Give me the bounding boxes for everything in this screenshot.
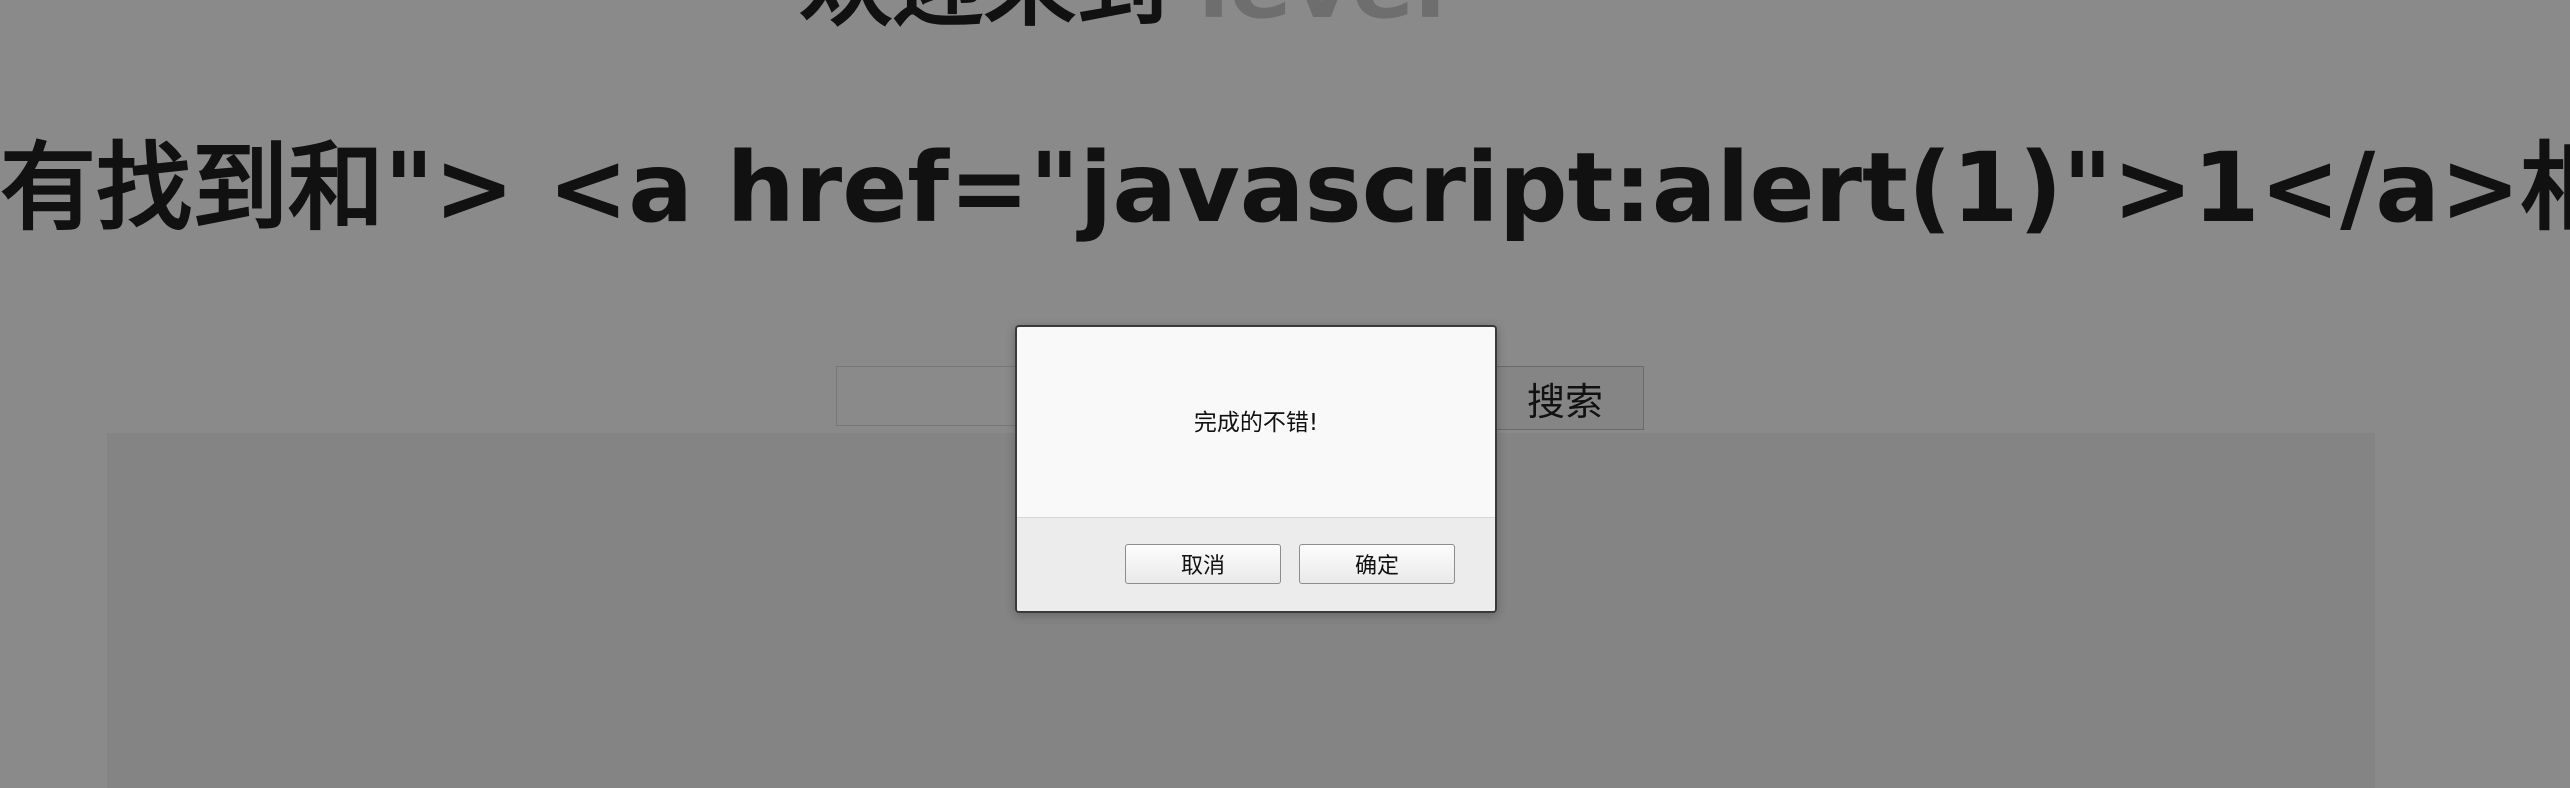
alert-dialog: 完成的不错! 取消 确定 <box>1015 325 1497 613</box>
page-title-text: 欢迎来到 <box>800 0 1168 39</box>
page: 欢迎来到level 有找到和"> <a href="javascript:ale… <box>0 0 2570 788</box>
search-result-heading: 有找到和"> <a href="javascript:alert(1)">1</… <box>0 132 2570 244</box>
alert-message: 完成的不错! <box>1193 410 1319 436</box>
alert-footer: 取消 确定 <box>1017 517 1495 611</box>
cancel-button[interactable]: 取消 <box>1125 544 1281 584</box>
page-title: 欢迎来到level <box>800 0 1446 32</box>
page-title-suffix: level <box>1198 0 1446 39</box>
search-button[interactable]: 搜索 <box>1486 366 1644 430</box>
ok-button[interactable]: 确定 <box>1299 544 1455 584</box>
